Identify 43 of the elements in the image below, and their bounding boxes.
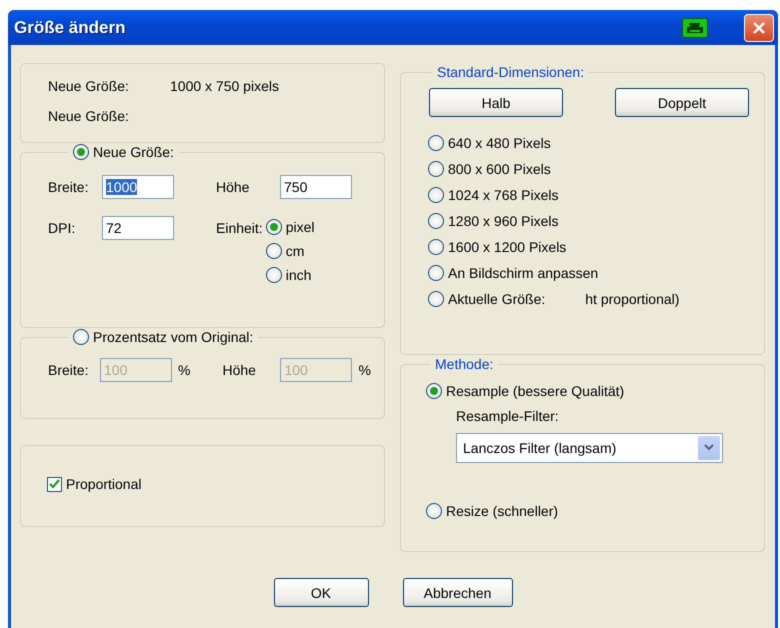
radio-button[interactable]: 640 x 480 Pixels	[428, 135, 551, 151]
height-field[interactable]: 750	[280, 175, 352, 199]
group-title: Methode:	[434, 355, 494, 373]
radio-button[interactable]: An Bildschirm anpassen	[428, 265, 598, 281]
size-button[interactable]: Halb	[429, 88, 563, 117]
height-label: Höhe	[222, 362, 257, 378]
radio-button[interactable]: inch	[266, 267, 312, 283]
radio-button[interactable]: Neue Größe:	[73, 143, 174, 161]
radio-button[interactable]: 1280 x 960 Pixels	[428, 213, 559, 229]
filter-label: Resample-Filter:	[456, 408, 560, 424]
info-value: 1000 x 750 pixels	[170, 78, 279, 94]
chevron-down-icon	[704, 444, 714, 452]
ok-button[interactable]: OK	[274, 578, 368, 607]
width-field[interactable]: 1000	[102, 175, 174, 199]
percent-sign: %	[358, 362, 371, 378]
unit-label: Einheit:	[216, 219, 263, 238]
radio-button[interactable]: Resample (bessere Qualität)	[426, 383, 624, 399]
size-button[interactable]: Doppelt	[615, 88, 749, 117]
checkmark-icon	[49, 478, 60, 490]
dpi-field[interactable]: 72	[102, 216, 174, 240]
dpi-label: DPI:	[48, 219, 76, 238]
close-button[interactable]	[744, 14, 774, 42]
radio-button[interactable]: 1024 x 768 Pixels	[428, 187, 559, 203]
radio-button[interactable]: cm	[266, 243, 304, 259]
radio-button[interactable]: Aktuelle Größe:	[428, 291, 546, 307]
width-label: Breite:	[48, 362, 90, 378]
size-note: ht proportional)	[585, 291, 680, 307]
radio-button[interactable]: pixel	[266, 219, 314, 235]
cancel-button[interactable]: Abbrechen	[402, 578, 512, 607]
height-label: Höhe	[216, 179, 250, 195]
printer-icon[interactable]	[682, 18, 708, 38]
radio-button[interactable]: 1600 x 1200 Pixels	[428, 239, 566, 255]
radio-button[interactable]: Resize (schneller)	[426, 503, 558, 519]
filter-dropdown[interactable]: Lanczos Filter (langsam)	[456, 433, 723, 463]
proportional-checkbox[interactable]: Proportional	[47, 476, 142, 492]
radio-button[interactable]: 800 x 600 Pixels	[428, 161, 551, 177]
info-label: Neue Größe:	[48, 78, 130, 94]
group-title: Standard-Dimensionen:	[436, 63, 586, 81]
info-label: Neue Größe:	[48, 108, 130, 124]
percent-sign: %	[178, 362, 190, 378]
window-title: Größe ändern	[14, 18, 126, 38]
close-icon	[751, 20, 767, 36]
width-label: Breite:	[48, 179, 90, 195]
